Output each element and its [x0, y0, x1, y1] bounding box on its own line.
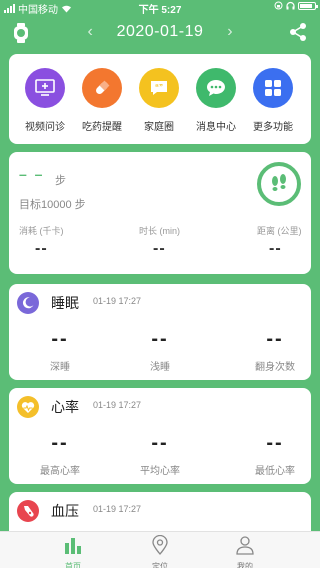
step-unit: 步 [55, 175, 66, 187]
step-count: – – [19, 166, 45, 182]
step-target: 目标10000 步 [19, 199, 86, 211]
blood-pressure-title: 血压 [51, 503, 79, 519]
avg-heart-rate-label: 平均心率 [140, 466, 180, 477]
min-heart-rate-value: -- [266, 432, 284, 454]
next-date-button[interactable]: › [220, 23, 240, 41]
light-sleep-label: 浅睡 [150, 362, 170, 373]
video-consult-label: 视频问诊 [25, 122, 65, 133]
tab-bar: 首页 定位 我的 [0, 531, 320, 568]
share-icon[interactable] [288, 22, 308, 42]
sleep-title: 睡眠 [51, 295, 79, 311]
avg-heart-rate-value: -- [151, 432, 169, 454]
video-consult-icon [25, 68, 65, 108]
pill-icon [82, 68, 122, 108]
chat-bubble-icon: “” [139, 68, 179, 108]
medication-reminder-label: 吃药提醒 [82, 122, 122, 133]
calories-value: -- [35, 240, 48, 257]
battery-icon [298, 1, 318, 10]
message-center-label: 消息中心 [196, 122, 236, 133]
heart-rate-title: 心率 [51, 399, 79, 415]
current-date: 2020-01-19 [116, 23, 204, 40]
steps-card[interactable]: – – 步 目标10000 步 消耗 (千卡) -- 时长 (min) -- 距… [9, 152, 311, 274]
distance-value: -- [269, 240, 282, 257]
message-icon [196, 68, 236, 108]
max-heart-rate-value: -- [51, 432, 69, 454]
family-circle-button[interactable]: “” 家庭圈 [129, 68, 189, 133]
svg-text:“”: “” [155, 83, 163, 92]
more-functions-label: 更多功能 [253, 122, 293, 133]
light-sleep-value: -- [151, 328, 169, 350]
heart-rate-time: 01-19 17:27 [93, 400, 142, 410]
sleep-time: 01-19 17:27 [93, 296, 142, 306]
max-heart-rate-label: 最高心率 [40, 466, 80, 477]
calories-label: 消耗 (千卡) [19, 226, 64, 236]
tab-location-label: 定位 [152, 562, 168, 568]
heart-rate-card[interactable]: 心率 01-19 17:27 -- -- -- 最高心率 平均心率 最低心率 [9, 388, 311, 484]
headphones-icon [286, 1, 295, 10]
bar-chart-icon [65, 538, 81, 554]
status-bar: 中国移动 下午 5:27 [0, 0, 320, 16]
tab-location[interactable]: 定位 [135, 534, 185, 568]
turnover-value: -- [266, 328, 284, 350]
turnover-label: 翻身次数 [255, 362, 295, 373]
family-circle-label: 家庭圈 [144, 122, 174, 133]
lock-rotation-icon [274, 1, 283, 10]
tab-home-label: 首页 [65, 562, 81, 568]
prev-date-button[interactable]: ‹ [80, 23, 100, 41]
duration-value: -- [153, 240, 166, 257]
deep-sleep-label: 深睡 [50, 362, 70, 373]
distance-label: 距离 (公里) [257, 226, 302, 236]
deep-sleep-value: -- [51, 328, 69, 350]
video-consult-button[interactable]: 视频问诊 [15, 68, 75, 133]
grid-icon [253, 68, 293, 108]
location-pin-icon [152, 534, 168, 555]
sleep-card[interactable]: 睡眠 01-19 17:27 -- -- -- 深睡 浅睡 翻身次数 [9, 284, 311, 380]
medication-reminder-button[interactable]: 吃药提醒 [72, 68, 132, 133]
message-center-button[interactable]: 消息中心 [186, 68, 246, 133]
function-card: 视频问诊 吃药提醒 “” 家庭圈 消息中心 更多功能 [9, 54, 311, 144]
user-icon [236, 536, 254, 555]
heartbeat-icon [17, 396, 39, 418]
blood-pressure-time: 01-19 17:27 [93, 504, 142, 514]
header: ‹ 2020-01-19 › [0, 14, 320, 52]
blood-pressure-icon [17, 500, 39, 522]
tab-home[interactable]: 首页 [48, 535, 98, 568]
more-functions-button[interactable]: 更多功能 [243, 68, 303, 133]
min-heart-rate-label: 最低心率 [255, 466, 295, 477]
moon-icon [17, 292, 39, 314]
tab-profile-label: 我的 [237, 562, 253, 568]
duration-label: 时长 (min) [139, 226, 180, 236]
footsteps-icon [257, 162, 301, 206]
tab-profile[interactable]: 我的 [220, 535, 270, 568]
